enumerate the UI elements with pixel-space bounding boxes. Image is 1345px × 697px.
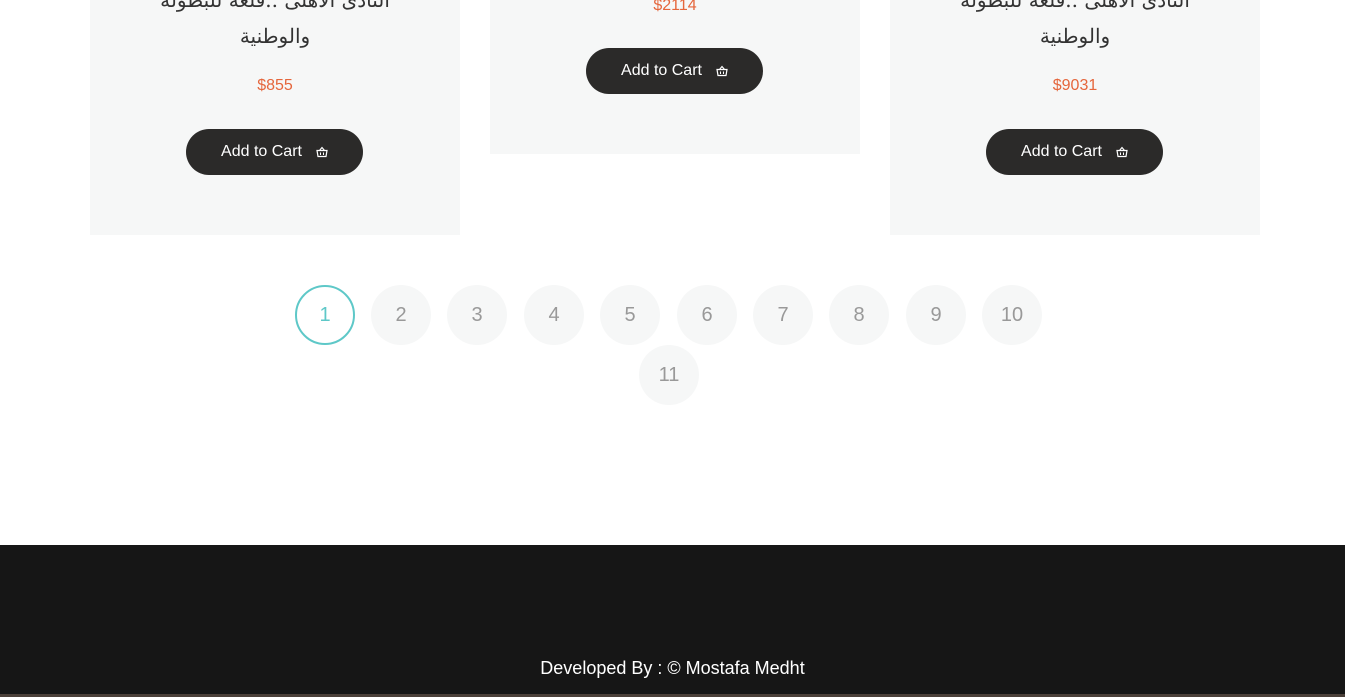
product-title-line-2: والوطنية	[1039, 24, 1111, 48]
add-to-cart-button[interactable]: Add to Cart	[186, 129, 363, 175]
page-button-1[interactable]: 1	[295, 285, 355, 345]
product-title-line-1: النادى الأهلى ..قلعة للبطولة	[160, 0, 390, 12]
product-price: $2114	[653, 0, 697, 14]
page: النادى الأهلى ..قلعة للبطولة والوطنية $8…	[0, 0, 1345, 697]
page-button-2[interactable]: 2	[371, 285, 431, 345]
page-button-7[interactable]: 7	[753, 285, 813, 345]
product-title-line-1: النادى الأهلى ..قلعة للبطولة	[960, 0, 1190, 12]
product-title[interactable]: النادى الأهلى ..قلعة للبطولة والوطنية	[90, 0, 460, 54]
page-button-9[interactable]: 9	[906, 285, 966, 345]
add-to-cart-label: Add to Cart	[221, 143, 302, 160]
product-price: $9031	[1052, 77, 1098, 94]
footer: Developed By : © Mostafa Medht	[0, 545, 1345, 697]
page-button-4[interactable]: 4	[524, 285, 584, 345]
product-title-line-2: والوطنية	[239, 24, 311, 48]
page-button-11[interactable]: 11	[639, 345, 699, 405]
add-to-cart-label: Add to Cart	[621, 62, 702, 79]
page-button-10[interactable]: 10	[982, 285, 1042, 345]
product-title[interactable]: النادى الأهلى ..قلعة للبطولة والوطنية	[890, 0, 1260, 54]
page-button-8[interactable]: 8	[829, 285, 889, 345]
page-button-5[interactable]: 5	[600, 285, 660, 345]
basket-icon	[1116, 146, 1128, 158]
footer-credit: Developed By : © Mostafa Medht	[540, 658, 805, 678]
page-button-3[interactable]: 3	[447, 285, 507, 345]
add-to-cart-label: Add to Cart	[1021, 143, 1102, 160]
add-to-cart-button[interactable]: Add to Cart	[586, 48, 763, 94]
basket-icon	[716, 65, 728, 77]
product-card: النادى الأهلى ..قلعة للبطولة والوطنية $9…	[890, 0, 1260, 235]
add-to-cart-button[interactable]: Add to Cart	[986, 129, 1163, 175]
basket-icon	[316, 146, 328, 158]
product-card: النادى الأهلى ..قلعة للبطولة والوطنية $8…	[90, 0, 460, 235]
product-card: $2114 Add to Cart	[490, 0, 860, 154]
page-button-6[interactable]: 6	[677, 285, 737, 345]
product-price: $855	[257, 77, 293, 94]
